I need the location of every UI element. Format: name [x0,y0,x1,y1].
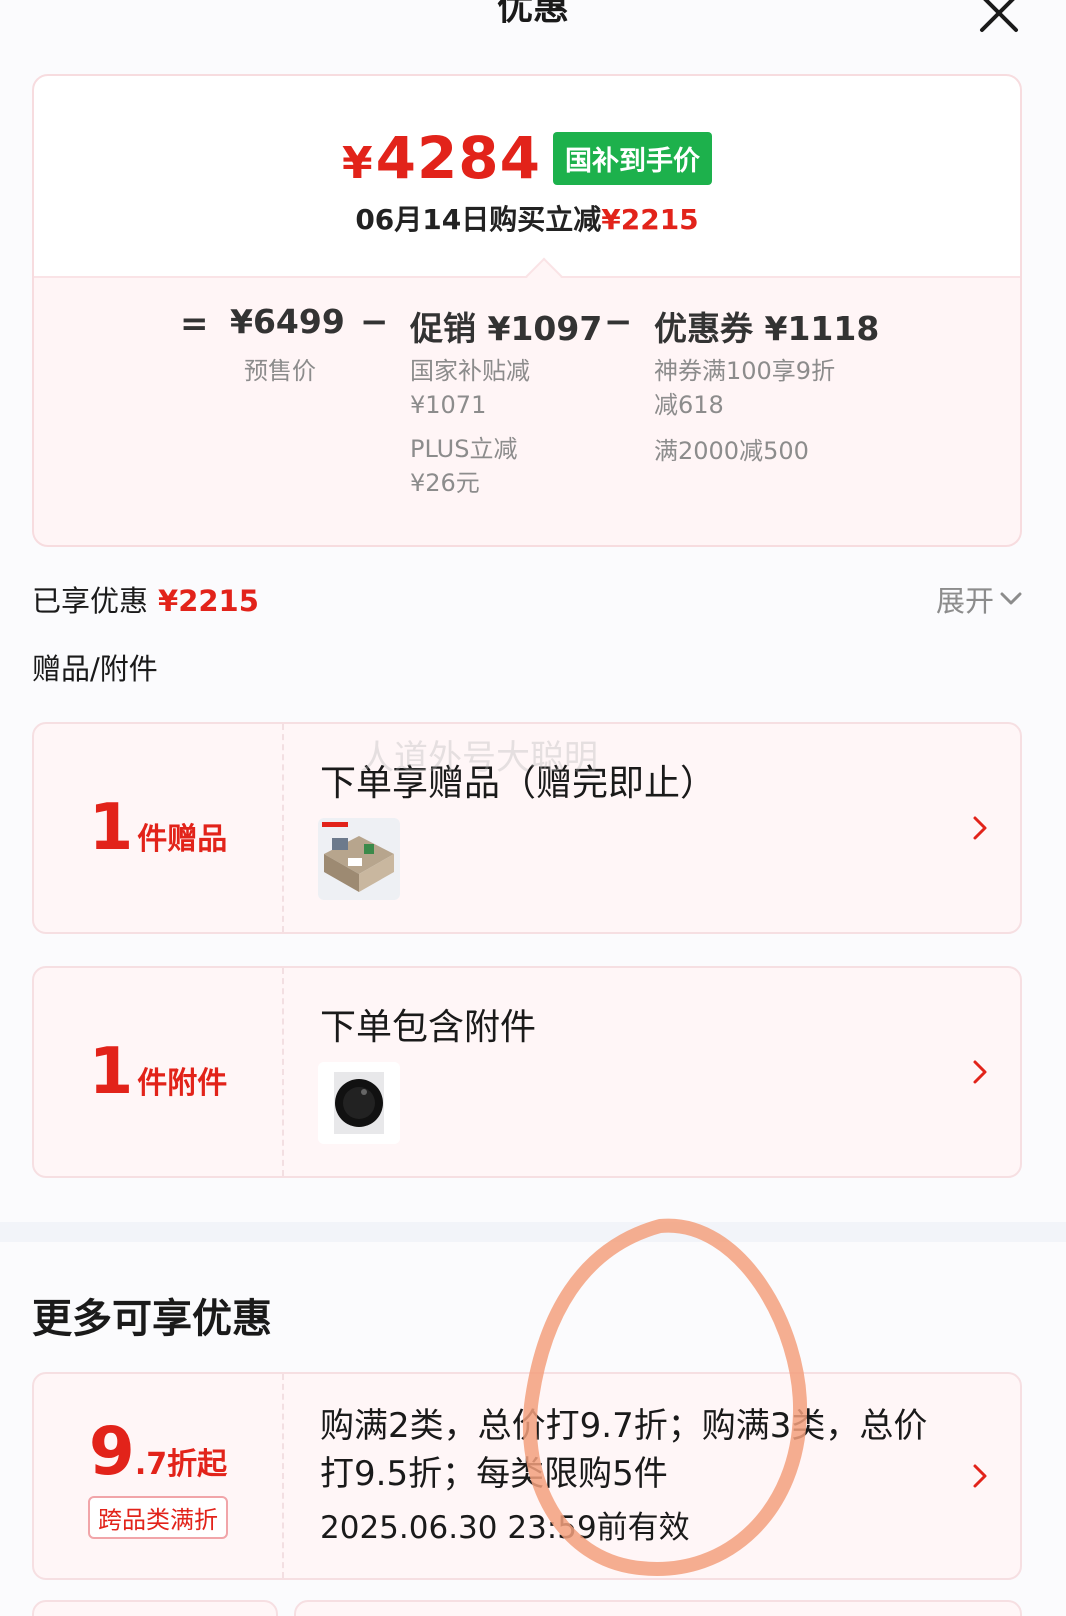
next-card-stub [32,1600,278,1616]
close-icon[interactable] [976,0,1022,36]
coupon-value: 优惠券 ¥1118 [654,309,880,348]
price-formula: = ¥6499 预售价 − 促销 ¥1097 国家补贴减 ¥1071 PLUS立… [34,302,1020,542]
accessory-title: 下单包含附件 [320,1007,537,1048]
section-gap [0,1222,1066,1242]
promotion-note-2: ¥1071 [410,391,487,419]
promotion-note-4: ¥26元 [410,469,480,497]
gift-card[interactable]: 1 件赠品 下单享赠品（赠完即止） [32,722,1022,934]
minus-sign: − [604,302,633,342]
chevron-right-icon[interactable] [970,814,990,842]
chevron-right-icon[interactable] [970,1462,990,1490]
accessory-count: 1 件附件 [34,968,284,1176]
price-breakdown-card: ¥4284 国补到手价 06月14日购买立减¥2215 = ¥6499 预售价 … [32,74,1022,547]
equals-sign: = [180,304,209,344]
gifts-section-label: 赠品/附件 [32,652,158,686]
enjoyed-discount: 已享优惠 ¥2215 [32,584,259,618]
gift-title: 下单享赠品（赠完即止） [320,763,717,804]
coupon-note-3: 满2000减500 [654,437,809,465]
coupon-note-1: 神券满100享9折 [654,357,836,385]
cross-category-promo-card[interactable]: 9.7折起 跨品类满折 购满2类，总价打9.7折；购满3类，总价打9.5折；每类… [32,1372,1022,1580]
coupon-note-2: 减618 [654,391,724,419]
promotion-value: 促销 ¥1097 [410,309,603,348]
presale-label: 预售价 [244,357,316,385]
promotion-note-3: PLUS立减 [410,435,518,463]
gift-count: 1 件赠品 [34,724,284,932]
presale-price: ¥6499 [230,302,345,341]
price-subline: 06月14日购买立减¥2215 [355,203,699,236]
promo-description: 购满2类，总价打9.7折；购满3类，总价打9.5折；每类限购5件 [320,1406,928,1494]
next-card-stub [294,1600,1022,1616]
promo-validity: 2025.06.30 23:59前有效 [320,1510,690,1546]
promotion-note-1: 国家补贴减 [410,357,530,385]
price-summary: ¥4284 国补到手价 06月14日购买立减¥2215 [34,76,1020,276]
accessory-thumbnail [318,1062,400,1144]
minus-sign: − [360,302,389,342]
final-price: ¥4284 [341,124,542,192]
page-title: 优惠 [496,0,569,28]
chevron-down-icon [1000,592,1022,605]
price-tag: 国补到手价 [553,131,713,185]
chevron-right-icon[interactable] [970,1058,990,1086]
accessory-card[interactable]: 1 件附件 下单包含附件 [32,966,1022,1178]
gift-thumbnail [318,818,400,900]
promo-badge: 跨品类满折 [88,1496,228,1539]
promo-discount: 9.7折起 跨品类满折 [34,1374,284,1578]
more-discounts-title: 更多可享优惠 [32,1296,272,1342]
expand-button[interactable]: 展开 [936,578,1022,620]
header: 优惠 [0,0,1066,60]
